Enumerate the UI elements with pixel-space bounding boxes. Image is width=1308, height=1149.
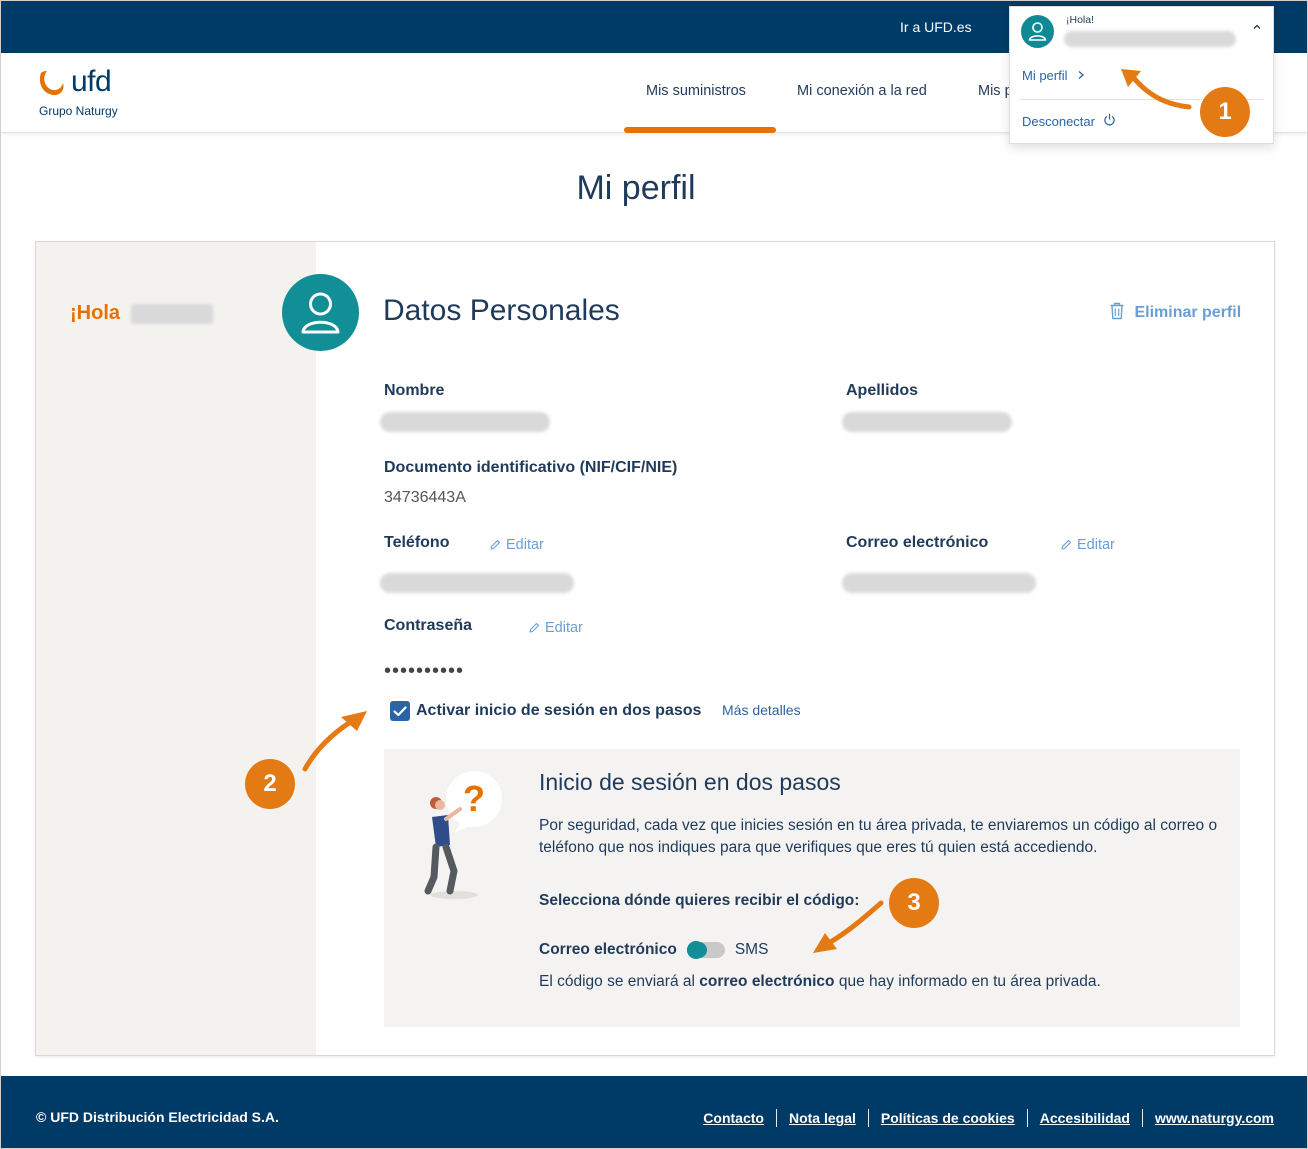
footer-link-cookies[interactable]: Políticas de cookies (881, 1110, 1015, 1126)
ufd-logo[interactable]: ufd Grupo Naturgy (39, 65, 139, 119)
note-suffix: que hay informado en tu área privada. (834, 973, 1101, 990)
page-title: Mi perfil (576, 169, 696, 207)
correo-label: Correo electrónico (846, 534, 989, 551)
nav-mis-suministros[interactable]: Mis suministros (646, 83, 746, 99)
footer-separator (867, 1109, 869, 1127)
telefono-label: Teléfono (384, 534, 450, 551)
annotation-badge-2: 2 (245, 759, 295, 809)
two-step-checkbox[interactable] (390, 701, 410, 721)
two-step-note: El código se enviará al correo electróni… (539, 973, 1101, 991)
password-mask: •••••••••• (384, 660, 465, 682)
toggle-knob (686, 941, 705, 959)
profile-avatar (282, 274, 359, 351)
option-email-label[interactable]: Correo electrónico (539, 941, 677, 958)
edit-telefono-button[interactable]: Editar (489, 537, 544, 553)
two-step-title: Inicio de sesión en dos pasos (539, 769, 841, 795)
sidebar-greeting: ¡Hola (70, 302, 120, 324)
note-prefix: El código se enviará al (539, 973, 700, 990)
annotation-badge-3: 3 (889, 878, 939, 928)
telefono-value-redacted (380, 573, 574, 593)
svg-text:?: ? (463, 778, 485, 819)
user-avatar[interactable] (1021, 15, 1054, 48)
annotation-badge-1: 1 (1200, 87, 1250, 137)
footer-link-nota-legal[interactable]: Nota legal (789, 1110, 856, 1126)
delete-profile-label: Eliminar perfil (1134, 304, 1242, 321)
edit-label: Editar (545, 620, 583, 636)
mas-detalles-link[interactable]: Más detalles (722, 702, 801, 718)
user-icon (1028, 22, 1047, 41)
two-step-checkbox-label[interactable]: Activar inicio de sesión en dos pasos (416, 702, 701, 720)
footer-link-naturgy[interactable]: www.naturgy.com (1155, 1110, 1274, 1126)
nombre-value-redacted (380, 412, 550, 432)
footer-separator (1026, 1109, 1028, 1127)
footer-links: Contacto Nota legal Políticas de cookies Ac… (703, 1109, 1274, 1127)
logout-label: Desconectar (1022, 114, 1095, 129)
note-bold: correo electrónico (699, 973, 835, 990)
user-menu-greeting: ¡Hola! (1066, 14, 1095, 26)
nav-active-indicator (624, 127, 776, 133)
channel-toggle-row: Correo electrónico SMS (539, 941, 768, 961)
two-step-info-box: ? Inicio de sesión en dos pasos Por segu… (384, 749, 1240, 1027)
two-step-description: Por seguridad, cada vez que inicies sesi… (539, 817, 1218, 856)
footer-link-accesibilidad[interactable]: Accesibilidad (1040, 1110, 1130, 1126)
pencil-icon (490, 539, 501, 550)
mi-perfil-label: Mi perfil (1022, 68, 1068, 83)
annotation-arrow-3 (813, 900, 884, 953)
footer-separator (1141, 1109, 1143, 1127)
correo-value-redacted (842, 573, 1036, 593)
page-frame: Ir a UFD.es ufd Grupo Naturgy Mis sumini… (0, 0, 1308, 1149)
ir-ufd-link[interactable]: Ir a UFD.es (900, 19, 972, 35)
user-icon (301, 292, 340, 334)
site-footer: © UFD Distribución Electricidad S.A. Con… (1, 1076, 1307, 1148)
logo-subtitle: Grupo Naturgy (39, 104, 118, 118)
chevron-up-icon[interactable] (1251, 21, 1263, 33)
documento-value: 34736443A (384, 489, 466, 506)
ufd-logo-mark-icon (39, 71, 64, 96)
pencil-icon (1061, 539, 1072, 550)
annotation-arrow-1 (1121, 69, 1192, 110)
footer-separator (775, 1109, 777, 1127)
nombre-label: Nombre (384, 382, 445, 399)
contrasena-label: Contraseña (384, 617, 473, 634)
edit-label: Editar (506, 537, 544, 553)
sidebar-name-redacted (131, 304, 213, 324)
section-title: Datos Personales (383, 294, 620, 327)
user-name-redacted (1064, 31, 1236, 47)
nav-mi-conexion[interactable]: Mi conexión a la red (797, 83, 927, 99)
trash-icon (1110, 302, 1124, 320)
footer-copyright: © UFD Distribución Electricidad S.A. (36, 1109, 279, 1125)
edit-correo-button[interactable]: Editar (1060, 537, 1115, 553)
apellidos-label: Apellidos (846, 382, 919, 399)
profile-card: ¡Hola Datos Personales Eliminar perfil N… (35, 241, 1275, 1056)
annotation-arrow-2 (302, 711, 367, 772)
pencil-icon (529, 622, 540, 633)
apellidos-value-redacted (842, 412, 1012, 432)
profile-sidebar: ¡Hola (36, 242, 316, 1055)
edit-contrasena-button[interactable]: Editar (528, 620, 583, 636)
user-menu-mi-perfil[interactable]: Mi perfil (1022, 68, 1086, 83)
logo-wordmark: ufd (71, 65, 112, 98)
footer-link-contacto[interactable]: Contacto (703, 1110, 764, 1126)
option-sms-label[interactable]: SMS (735, 941, 769, 958)
edit-label: Editar (1077, 537, 1115, 553)
delete-profile-button[interactable]: Eliminar perfil (1109, 302, 1241, 322)
question-person-illustration: ? (424, 771, 502, 899)
chevron-right-icon (1078, 71, 1085, 79)
nav-mis-partial[interactable]: Mis p (978, 83, 1013, 99)
channel-toggle-switch[interactable] (686, 941, 725, 959)
user-menu-logout[interactable]: Desconectar (1022, 113, 1116, 129)
documento-label: Documento identificativo (NIF/CIF/NIE) (384, 459, 678, 476)
checkmark-icon (393, 706, 407, 717)
